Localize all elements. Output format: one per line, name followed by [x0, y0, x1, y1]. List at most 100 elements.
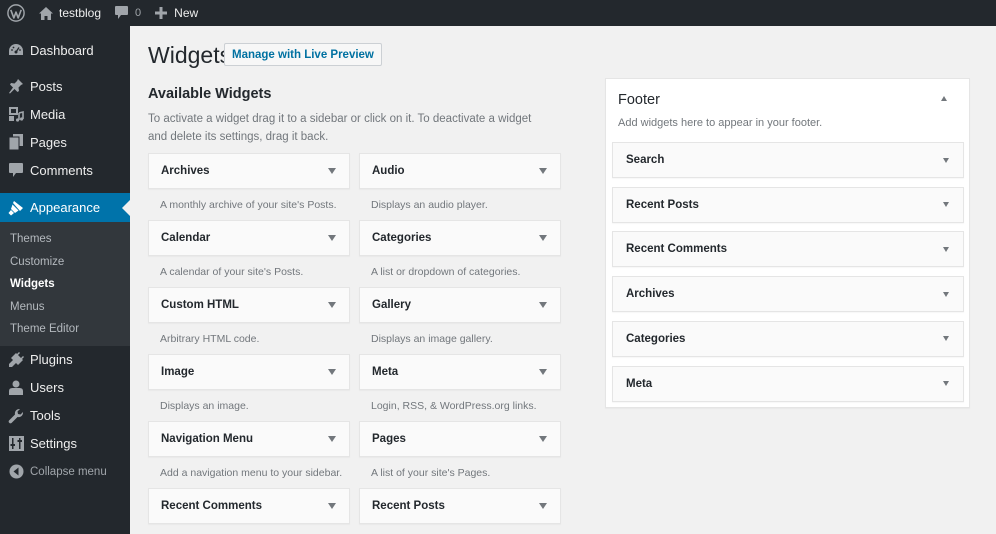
widget-description: A monthly archive of your site's Posts. — [160, 199, 337, 211]
expand-arrow-icon[interactable] — [539, 302, 547, 308]
widget-header[interactable]: Calendar — [148, 220, 350, 256]
comments-count: 0 — [135, 7, 142, 19]
submenu-item-menus[interactable]: Menus — [0, 296, 130, 319]
expand-arrow-icon[interactable] — [539, 436, 547, 442]
available-widget[interactable]: Categories A list or dropdown of categori… — [359, 220, 561, 278]
menu-item-settings[interactable]: Settings — [0, 430, 130, 458]
expand-arrow-icon[interactable] — [328, 503, 336, 509]
wordpress-logo-icon — [7, 4, 25, 22]
available-widget[interactable]: Recent Comments — [148, 488, 350, 524]
submenu-item-widgets[interactable]: Widgets — [0, 273, 130, 296]
expand-arrow-icon[interactable] — [539, 235, 547, 241]
widget-title: Archives — [161, 165, 210, 177]
expand-arrow-icon[interactable] — [943, 336, 949, 342]
available-widget[interactable]: Archives A monthly archive of your site's… — [148, 153, 350, 211]
widget-header[interactable]: Meta — [359, 354, 561, 390]
footer-widget[interactable]: Recent Comments — [612, 231, 964, 268]
collapse-menu-button[interactable]: Collapse menu — [0, 458, 130, 486]
menu-label: Settings — [30, 436, 77, 451]
available-widget[interactable]: Gallery Displays an image gallery. — [359, 287, 561, 345]
menu-label: Collapse menu — [30, 465, 107, 478]
available-widget[interactable]: Custom HTML Arbitrary HTML code. — [148, 287, 350, 345]
available-widget[interactable]: Recent Posts — [359, 488, 561, 524]
widget-header[interactable]: Pages — [359, 421, 561, 457]
site-name-link[interactable]: testblog — [32, 0, 108, 26]
footer-sidebar-title[interactable]: Footer — [618, 92, 660, 108]
new-content-button[interactable]: New — [148, 0, 205, 26]
menu-item-tools[interactable]: Tools — [0, 402, 130, 430]
wordpress-logo-menu[interactable] — [2, 0, 30, 26]
widget-title: Audio — [372, 165, 405, 177]
submenu-item-customize[interactable]: Customize — [0, 251, 130, 274]
menu-item-media[interactable]: Media — [0, 100, 130, 128]
footer-sidebar-description: Add widgets here to appear in your foote… — [618, 117, 823, 129]
menu-item-posts[interactable]: Posts — [0, 72, 130, 100]
widget-description: A list of your site's Pages. — [371, 467, 491, 479]
menu-item-dashboard[interactable]: Dashboard — [0, 36, 130, 64]
media-icon — [8, 106, 24, 122]
footer-widget[interactable]: Meta — [612, 365, 964, 402]
expand-arrow-icon[interactable] — [328, 436, 336, 442]
menu-item-appearance[interactable]: Appearance — [0, 193, 130, 222]
widget-header[interactable]: Image — [148, 354, 350, 390]
widget-header[interactable]: Recent Comments — [148, 488, 350, 524]
available-widget[interactable]: Image Displays an image. — [148, 354, 350, 412]
comments-link[interactable]: 0 — [108, 0, 148, 26]
collapse-up-arrow-icon[interactable] — [941, 96, 947, 101]
available-widget[interactable]: Navigation Menu Add a navigation menu to … — [148, 421, 350, 479]
expand-arrow-icon[interactable] — [943, 202, 949, 208]
available-widget[interactable]: Pages A list of your site's Pages. — [359, 421, 561, 479]
admin-sidebar: Dashboard Posts Media Pages Comments App… — [0, 26, 130, 534]
expand-arrow-icon[interactable] — [943, 381, 949, 386]
widget-description: Displays an image. — [160, 400, 249, 412]
site-name: testblog — [59, 6, 102, 20]
widget-title: Archives — [626, 288, 675, 301]
expand-arrow-icon[interactable] — [943, 246, 949, 252]
widget-header[interactable]: Audio — [359, 153, 561, 189]
main-content: Widgets Manage with Live Preview Availab… — [130, 26, 996, 534]
menu-item-pages[interactable]: Pages — [0, 128, 130, 156]
widget-title: Calendar — [161, 232, 211, 244]
available-widget[interactable]: Calendar A calendar of your site's Posts. — [148, 220, 350, 278]
footer-widget[interactable]: Archives — [612, 276, 964, 313]
pages-icon — [8, 134, 24, 150]
widget-header[interactable]: Navigation Menu — [148, 421, 350, 457]
comment-bubble-icon — [115, 6, 129, 19]
available-widget[interactable]: Meta Login, RSS, & WordPress.org links. — [359, 354, 561, 412]
expand-arrow-icon[interactable] — [328, 369, 336, 375]
expand-arrow-icon[interactable] — [539, 168, 547, 174]
expand-arrow-icon[interactable] — [328, 168, 336, 174]
widget-header[interactable]: Archives — [148, 153, 350, 189]
expand-arrow-icon[interactable] — [328, 235, 336, 241]
submenu-item-themes[interactable]: Themes — [0, 228, 130, 251]
admin-bar: testblog 0 New — [0, 0, 996, 26]
expand-arrow-icon[interactable] — [328, 302, 336, 308]
home-icon — [39, 6, 53, 20]
footer-widget[interactable]: Search — [612, 142, 964, 178]
widget-header[interactable]: Recent Posts — [359, 488, 561, 524]
submenu-item-theme-editor[interactable]: Theme Editor — [0, 318, 130, 341]
available-widget[interactable]: Audio Displays an audio player. — [359, 153, 561, 211]
menu-item-users[interactable]: Users — [0, 374, 130, 402]
widget-title: Recent Comments — [161, 500, 262, 512]
expand-arrow-icon[interactable] — [943, 291, 949, 297]
footer-widget[interactable]: Recent Posts — [612, 186, 964, 223]
expand-arrow-icon[interactable] — [539, 369, 547, 375]
widget-header[interactable]: Custom HTML — [148, 287, 350, 323]
dashboard-gauge-icon — [8, 42, 24, 58]
widget-header[interactable]: Categories — [359, 220, 561, 256]
appearance-submenu: Themes Customize Widgets Menus Theme Edi… — [0, 222, 130, 346]
manage-live-preview-button[interactable]: Manage with Live Preview — [224, 43, 382, 66]
expand-arrow-icon[interactable] — [539, 503, 547, 509]
expand-arrow-icon[interactable] — [943, 157, 949, 163]
widget-header[interactable]: Gallery — [359, 287, 561, 323]
footer-sidebar-area: Footer Add widgets here to appear in you… — [605, 78, 970, 408]
widget-title: Image — [161, 366, 195, 378]
menu-label: Plugins — [30, 352, 73, 367]
widget-title: Navigation Menu — [161, 433, 254, 445]
menu-item-plugins[interactable]: Plugins — [0, 346, 130, 374]
widget-description: Displays an image gallery. — [371, 333, 493, 345]
menu-item-comments[interactable]: Comments — [0, 156, 130, 184]
footer-widget[interactable]: Categories — [612, 320, 964, 357]
widget-title: Meta — [626, 377, 653, 390]
